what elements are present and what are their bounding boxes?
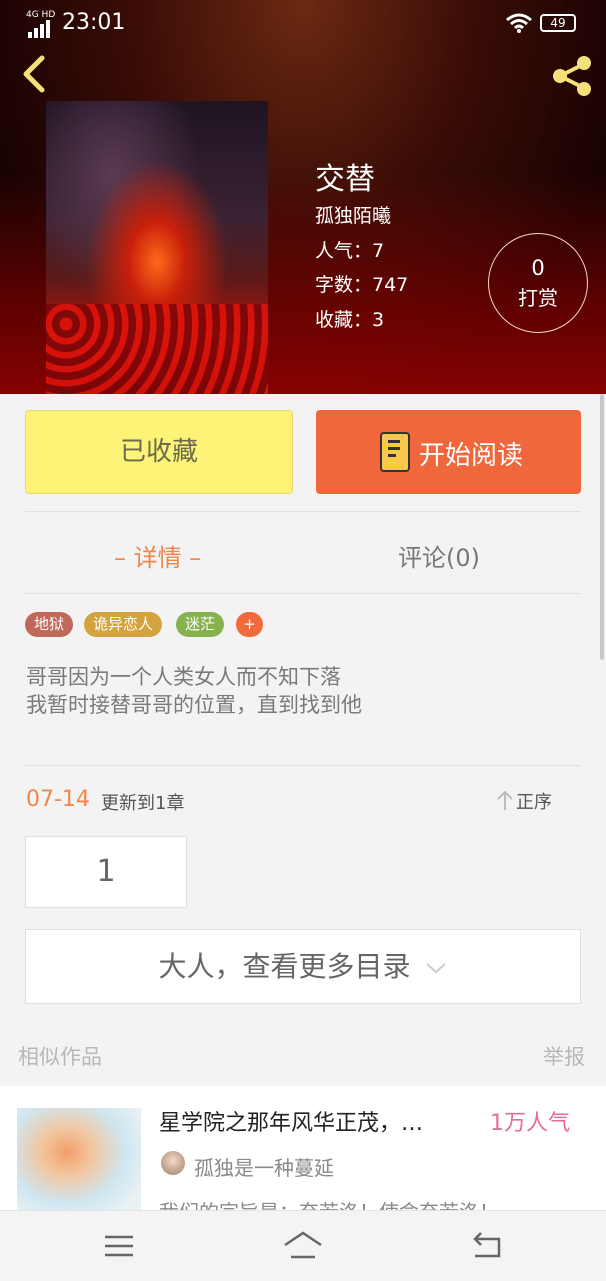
start-reading-button[interactable]: 开始阅读 [316, 410, 581, 494]
book-popularity: 人气：7 [315, 240, 385, 262]
divider [25, 511, 581, 512]
reward-count: 0 [531, 256, 545, 280]
sort-order-toggle[interactable]: 正序 [497, 788, 552, 814]
chevron-down-icon [426, 963, 447, 974]
similar-work-author: 孤独是一种蔓延 [194, 1156, 334, 1180]
home-icon[interactable] [283, 1229, 323, 1263]
tag-guiyi-lianren[interactable]: 诡异恋人 [84, 612, 163, 637]
tag-diyu[interactable]: 地狱 [25, 612, 74, 637]
book-description: 哥哥因为一个人类女人而不知下落 我暂时接替哥哥的位置，直到找到他 [26, 663, 362, 719]
similar-work-popularity: 1万人气 [490, 1111, 570, 1136]
avatar [161, 1151, 185, 1175]
book-title: 交替 [315, 162, 375, 197]
similar-works-heading: 相似作品 [18, 1045, 102, 1069]
book-author[interactable]: 孤独陌曦 [315, 201, 391, 228]
divider [25, 593, 581, 594]
add-tag-button[interactable]: + [236, 612, 263, 637]
book-wordcount: 字数：747 [315, 274, 409, 296]
chapter-item[interactable]: 1 [25, 836, 187, 908]
book-icon [380, 432, 410, 472]
tab-comments[interactable]: 评论(0) [398, 538, 480, 573]
divider [25, 765, 581, 766]
wifi-icon [506, 13, 532, 33]
signal-icon [28, 20, 50, 38]
menu-icon[interactable] [99, 1229, 139, 1263]
start-reading-label: 开始阅读 [419, 441, 524, 471]
update-text: 更新到1章 [101, 793, 185, 814]
book-cover [46, 101, 268, 394]
reward-button[interactable]: 0 打赏 [488, 233, 588, 333]
description-line: 我暂时接替哥哥的位置，直到找到他 [26, 693, 362, 717]
sort-order-label: 正序 [516, 792, 552, 813]
update-date: 07-14 [26, 787, 90, 812]
description-line: 哥哥因为一个人类女人而不知下落 [26, 665, 341, 689]
battery-indicator: 49 [540, 14, 576, 32]
favorited-button[interactable]: 已收藏 [25, 410, 293, 494]
reward-label: 打赏 [518, 286, 558, 310]
arrow-up-icon [497, 790, 513, 810]
tab-detail[interactable]: – 详情 – [114, 538, 201, 573]
scrollbar[interactable] [600, 394, 604, 660]
report-button[interactable]: 举报 [543, 1041, 585, 1071]
more-catalog-button[interactable]: 大人，查看更多目录 [25, 929, 581, 1004]
status-bar: 4G HD 23:01 49 [0, 0, 606, 46]
back-nav-icon[interactable] [467, 1229, 507, 1263]
similar-work-title: 星学院之那年风华正茂，… [159, 1111, 424, 1136]
tag-mimang[interactable]: 迷茫 [176, 612, 225, 637]
similar-work-cover [17, 1108, 141, 1210]
back-icon[interactable] [14, 52, 54, 96]
similar-work-description: 我们的宗旨是：奈若洛！使命奈若洛！ [159, 1196, 499, 1210]
similar-work-card[interactable]: 星学院之那年风华正茂，… 1万人气 孤独是一种蔓延 我们的宗旨是：奈若洛！使命奈… [0, 1086, 606, 1210]
more-catalog-label: 大人，查看更多目录 [158, 950, 411, 983]
clock: 23:01 [62, 10, 126, 35]
system-nav-bar [0, 1210, 606, 1281]
share-icon[interactable] [548, 52, 596, 100]
book-favorites: 收藏：3 [315, 309, 385, 331]
